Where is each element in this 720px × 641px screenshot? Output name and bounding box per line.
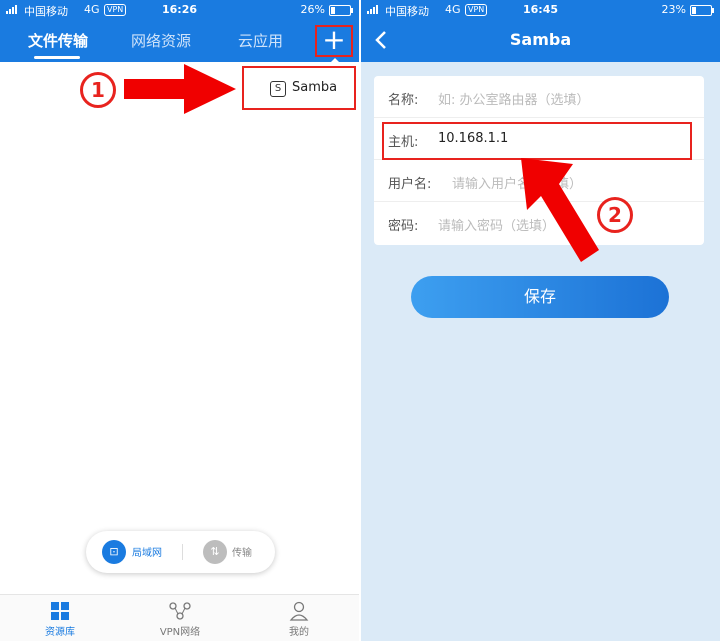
bottom-tab-library-label: 资源库 [45, 627, 75, 638]
grid-icon [49, 601, 71, 621]
left-screen: 中国移动 4G VPN 16:26 26% 文件传输 网络资源 云应用 + 1 … [0, 0, 359, 641]
bottom-tab-vpn[interactable]: VPN网络 [140, 601, 220, 638]
samba-menu-item[interactable]: S Samba [242, 66, 356, 110]
lan-label[interactable]: 局域网 [132, 544, 162, 559]
bottom-tab-mine[interactable]: 我的 [259, 601, 339, 638]
vpn-network-icon [169, 601, 191, 621]
red-arrow-right-icon [124, 64, 236, 114]
nav-bar: Samba [361, 20, 720, 62]
page-title: Samba [509, 30, 572, 49]
username-label: 用户名: [388, 177, 432, 192]
pill-divider [182, 544, 183, 560]
step-2-marker: 2 [597, 197, 633, 233]
name-row[interactable]: 名称: 如: 办公室路由器（选填） [374, 76, 704, 118]
top-tab-bar: 文件传输 网络资源 云应用 + [0, 20, 359, 62]
password-label: 密码: [388, 219, 419, 234]
samba-label: Samba [292, 80, 338, 95]
name-field[interactable]: 如: 办公室路由器（选填） [438, 89, 590, 108]
name-label: 名称: [388, 93, 419, 108]
bottom-tab-bar: 资源库 VPN网络 我的 [0, 594, 359, 641]
bottom-tab-library[interactable]: 资源库 [20, 601, 100, 638]
popup-pointer [329, 58, 341, 64]
samba-icon: S [270, 81, 286, 97]
battery-percent: 26% [300, 3, 325, 16]
active-tab-indicator [34, 56, 80, 59]
transfer-icon[interactable]: ⇅ [203, 540, 227, 564]
red-arrow-up-left-icon [521, 158, 599, 262]
plus-icon: + [322, 23, 346, 56]
lan-icon[interactable]: ⊡ [102, 540, 126, 564]
status-bar: 中国移动 4G VPN 16:26 26% [0, 0, 359, 20]
tab-file-transfer[interactable]: 文件传输 [28, 30, 88, 51]
lan-transfer-pill: ⊡ 局域网 ⇅ 传输 [86, 531, 275, 573]
battery-percent: 23% [661, 3, 686, 16]
tab-cloud-apps[interactable]: 云应用 [238, 30, 283, 51]
battery-icon [329, 5, 353, 16]
tab-network-resources[interactable]: 网络资源 [131, 30, 191, 51]
right-screen: 中国移动 4G VPN 16:45 23% Samba 名称: 如: 办公室路由… [361, 0, 720, 641]
step-1-marker: 1 [80, 72, 116, 108]
transfer-label[interactable]: 传输 [232, 544, 252, 559]
status-bar: 中国移动 4G VPN 16:45 23% [361, 0, 720, 20]
bottom-tab-vpn-label: VPN网络 [159, 627, 201, 638]
add-button[interactable]: + [315, 25, 353, 57]
user-icon [288, 601, 310, 621]
bottom-tab-mine-label: 我的 [289, 627, 309, 638]
battery-icon [690, 5, 714, 16]
save-button[interactable]: 保存 [411, 276, 669, 318]
